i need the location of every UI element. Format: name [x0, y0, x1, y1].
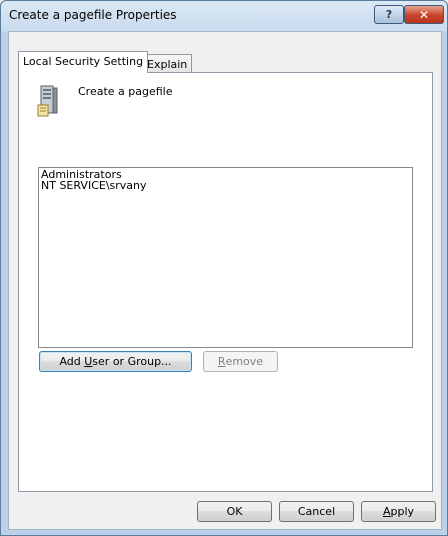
- remove-button[interactable]: Remove: [203, 351, 278, 372]
- properties-dialog: Create a pagefile Properties ? ✕ Local S…: [0, 0, 448, 536]
- help-button[interactable]: ?: [374, 5, 404, 24]
- apply-button-accelerator: A: [382, 505, 391, 518]
- add-button-label-rest: ser or Group...: [92, 355, 172, 368]
- apply-button[interactable]: Apply: [361, 501, 436, 522]
- ok-button[interactable]: OK: [197, 501, 272, 522]
- dialog-client-area: Local Security Setting Explain Create a …: [8, 31, 442, 530]
- tab-explain[interactable]: Explain: [142, 54, 193, 74]
- list-item[interactable]: NT SERVICE\srvany: [41, 180, 410, 191]
- tab-local-security-setting[interactable]: Local Security Setting: [18, 51, 149, 73]
- setting-name: Create a pagefile: [78, 85, 173, 98]
- close-button[interactable]: ✕: [404, 5, 444, 24]
- principals-list[interactable]: Administrators NT SERVICE\srvany: [38, 167, 413, 348]
- remove-button-label-rest: emove: [225, 355, 264, 368]
- cancel-button[interactable]: Cancel: [279, 501, 354, 522]
- title-bar[interactable]: Create a pagefile Properties ? ✕: [1, 1, 447, 31]
- tab-panel: Create a pagefile Administrators NT SERV…: [18, 72, 433, 492]
- server-policy-icon: [37, 85, 58, 117]
- apply-button-label-rest: pply: [390, 505, 415, 518]
- window-title: Create a pagefile Properties: [9, 8, 177, 22]
- remove-button-accelerator: R: [217, 355, 226, 368]
- add-button-label-part: Add: [59, 355, 85, 368]
- add-button-accelerator: U: [84, 355, 93, 368]
- add-user-or-group-button[interactable]: Add User or Group...: [39, 351, 192, 372]
